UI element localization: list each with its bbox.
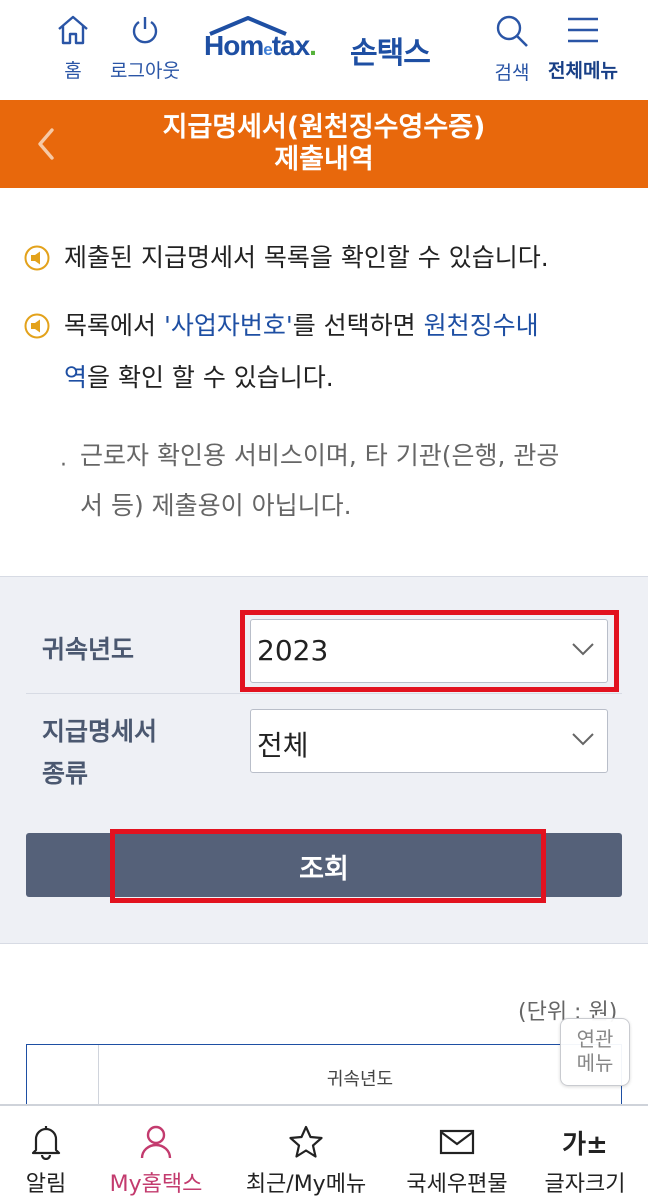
speaker-icon bbox=[24, 245, 50, 271]
search-button[interactable]: 검색 bbox=[482, 14, 542, 85]
full-menu-button[interactable]: 전체메뉴 bbox=[540, 14, 626, 83]
note-line-1: 근로자 확인용 서비스이며, 타 기관(은행, 관공 bbox=[80, 441, 560, 470]
back-button[interactable] bbox=[30, 124, 64, 164]
search-icon bbox=[493, 14, 531, 52]
logo-sontax: 손택스 bbox=[350, 36, 431, 71]
nav-alert[interactable]: 알림 bbox=[14, 1106, 78, 1202]
chevron-down-icon bbox=[572, 733, 594, 746]
info-line-2: 목록에서 '사업자번호'를 선택하면 원천징수내 bbox=[64, 311, 539, 340]
logo-brand: Hometax. bbox=[204, 30, 317, 61]
info-section: 제출된 지급명세서 목록을 확인할 수 있습니다. 목록에서 '사업자번호'를 … bbox=[0, 188, 648, 576]
table-first-column bbox=[27, 1045, 99, 1106]
info-line-1: 제출된 지급명세서 목록을 확인할 수 있습니다. bbox=[64, 243, 549, 272]
note-line-2: 서 등) 제출용이 아닙니다. bbox=[80, 491, 352, 520]
related-menu-button[interactable]: 연관 메뉴 bbox=[560, 1018, 630, 1086]
star-icon bbox=[288, 1120, 324, 1164]
full-menu-label: 전체메뉴 bbox=[548, 60, 618, 82]
search-label: 검색 bbox=[494, 62, 530, 84]
page-title: 지급명세서(원천징수영수증) 제출내역 bbox=[100, 112, 548, 176]
page-title-line1: 지급명세서(원천징수영수증) bbox=[162, 112, 486, 143]
year-label: 귀속년도 bbox=[42, 635, 135, 664]
nav-tax-mail[interactable]: 국세우편물 bbox=[390, 1106, 524, 1202]
business-number-link: '사업자번호' bbox=[163, 311, 293, 340]
page-title-line2: 제출내역 bbox=[274, 144, 374, 175]
home-icon bbox=[56, 14, 90, 50]
nav-my-hometax[interactable]: My홈택스 bbox=[100, 1106, 212, 1202]
form-divider bbox=[26, 693, 622, 694]
logout-button[interactable]: 로그아웃 bbox=[100, 14, 190, 83]
info-line-3: 역을 확인 할 수 있습니다. bbox=[64, 363, 334, 392]
logout-label: 로그아웃 bbox=[110, 60, 180, 82]
font-size-icon: 가± bbox=[562, 1129, 608, 1160]
hamburger-icon bbox=[565, 14, 601, 50]
highlight-year-select bbox=[240, 610, 619, 692]
search-panel: 귀속년도 2023 지급명세서 종류 전체 조회 bbox=[0, 576, 648, 944]
title-bar: 지급명세서(원천징수영수증) 제출내역 bbox=[0, 100, 648, 188]
table-header-year: 귀속년도 bbox=[326, 1069, 394, 1090]
home-label: 홈 bbox=[64, 60, 82, 82]
home-button[interactable]: 홈 bbox=[50, 14, 96, 83]
person-icon bbox=[139, 1120, 173, 1164]
highlight-search-button bbox=[110, 829, 546, 903]
hometax-logo[interactable]: Hometax. 손택스 bbox=[204, 16, 449, 76]
result-table: 귀속년도 bbox=[26, 1044, 622, 1106]
top-header: 홈 로그아웃 Hometax. 손택스 검색 전체메뉴 bbox=[0, 0, 648, 100]
envelope-icon bbox=[439, 1120, 475, 1164]
bottom-nav: 알림 My홈택스 최근/My메뉴 국세우편물 가± 글자크기 bbox=[0, 1104, 648, 1202]
statement-type-value: 전체 bbox=[257, 729, 309, 762]
note-bullet: · bbox=[60, 453, 67, 478]
statement-type-select[interactable]: 전체 bbox=[250, 709, 608, 773]
chevron-left-icon bbox=[38, 128, 54, 160]
power-icon bbox=[129, 14, 161, 50]
nav-recent-my-menu[interactable]: 최근/My메뉴 bbox=[232, 1106, 380, 1202]
speaker-icon bbox=[24, 313, 50, 339]
statement-type-label: 지급명세서 종류 bbox=[42, 717, 158, 788]
nav-font-size[interactable]: 가± 글자크기 bbox=[530, 1106, 640, 1202]
bell-icon bbox=[30, 1120, 62, 1164]
